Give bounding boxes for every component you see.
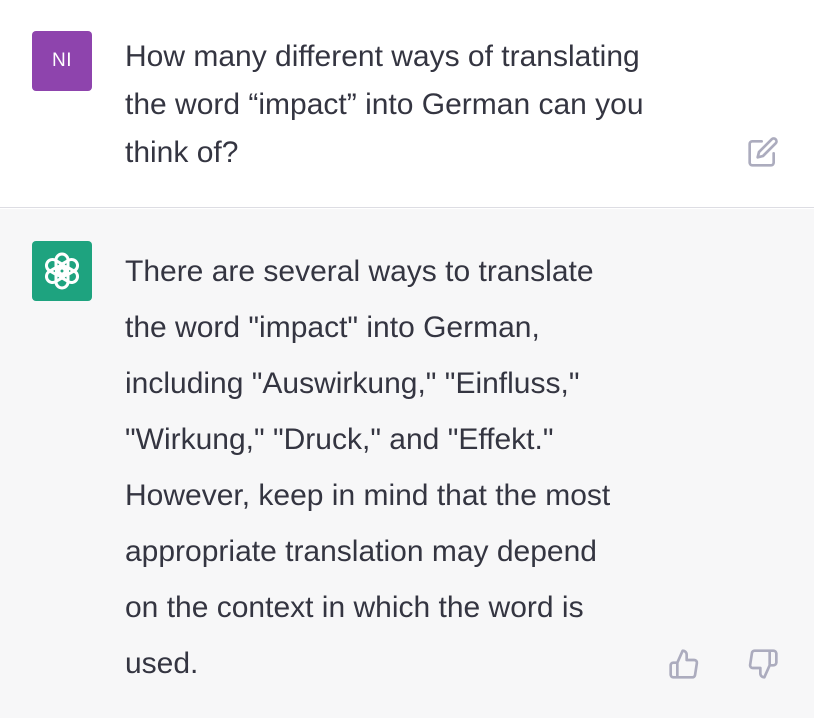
chat-conversation: NI How many different ways of translatin… <box>0 0 814 718</box>
assistant-message: There are several ways to translate the … <box>0 209 814 718</box>
thumbs-up-button[interactable] <box>667 647 701 681</box>
user-message: NI How many different ways of translatin… <box>0 0 814 208</box>
user-message-text: How many different ways of translating t… <box>125 40 644 169</box>
user-avatar: NI <box>32 31 92 91</box>
thumbs-up-icon <box>669 649 699 679</box>
user-avatar-initials: NI <box>52 50 72 71</box>
edit-icon <box>748 137 778 167</box>
assistant-avatar <box>32 241 92 301</box>
thumbs-down-icon <box>748 649 778 679</box>
assistant-message-text: There are several ways to translate the … <box>125 255 611 680</box>
thumbs-down-button[interactable] <box>746 647 780 681</box>
edit-button[interactable] <box>746 135 780 169</box>
openai-logo-icon <box>44 252 80 290</box>
